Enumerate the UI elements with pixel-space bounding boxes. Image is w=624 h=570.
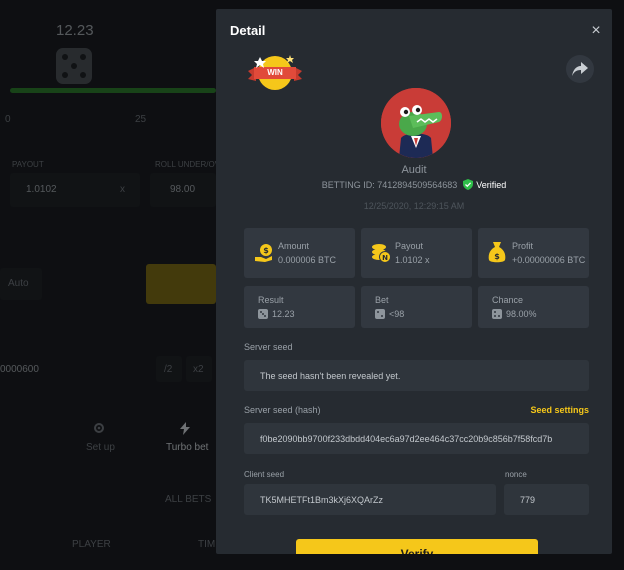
close-icon: × xyxy=(591,22,601,39)
nonce-value: 779 xyxy=(520,494,536,505)
client-seed-value: TK5MHETFt1Bm3kXj6XQArZz xyxy=(260,494,384,505)
stat-card-bet: Bet <98 xyxy=(361,286,472,328)
money-bag-icon: $ xyxy=(488,242,506,263)
stat-card-result: Result 12.23 xyxy=(244,286,355,328)
client-seed-label: Client seed xyxy=(244,470,285,479)
svg-text:$: $ xyxy=(263,246,269,255)
stat-card-amount: $ Amount 0.000006 BTC xyxy=(244,228,355,278)
stat-label-chance: Chance xyxy=(492,295,524,305)
share-arrow-icon xyxy=(572,62,588,76)
verify-button[interactable]: Verify xyxy=(296,539,538,554)
betting-id-row: BETTING ID: 7412894509564683 Verified xyxy=(216,179,612,190)
stat-label-profit: Profit xyxy=(512,241,534,251)
avatar xyxy=(381,88,451,158)
server-seed-label: Server seed xyxy=(244,342,293,352)
stat-card-chance: Chance 98.00% xyxy=(478,286,589,328)
detail-modal: Detail × WIN Audit BETTING ID: 741289450… xyxy=(216,9,612,554)
shield-check-icon xyxy=(463,179,474,190)
svg-text:$: $ xyxy=(494,252,500,261)
modal-title: Detail xyxy=(230,23,266,38)
stat-label-payout: Payout xyxy=(395,241,424,251)
stat-label-bet: Bet xyxy=(375,295,389,305)
share-button[interactable] xyxy=(566,55,594,83)
stat-card-payout: N Payout 1.0102 x xyxy=(361,228,472,278)
crocodile-avatar-icon xyxy=(381,88,451,158)
dice-icon xyxy=(492,309,502,319)
stat-label-amount: Amount xyxy=(278,241,310,251)
coin-stack-icon: N xyxy=(372,244,391,263)
seed-settings-link[interactable]: Seed settings xyxy=(530,405,589,415)
server-seed-value: The seed hasn't been revealed yet. xyxy=(260,370,401,381)
close-button[interactable]: × xyxy=(588,23,604,39)
stat-value-payout: 1.0102 x xyxy=(395,255,430,265)
server-seed-hash-label: Server seed (hash) xyxy=(244,405,321,415)
stat-value-chance: 98.00% xyxy=(506,309,537,319)
stat-value-profit: +0.00000006 BTC xyxy=(512,255,586,265)
nonce-label: nonce xyxy=(505,470,527,479)
server-seed-hash-value: f0be2090bb9700f233dbdd404ec6a97d2ee464c3… xyxy=(260,433,553,444)
win-label: WIN xyxy=(267,68,283,77)
server-seed-hash-field[interactable]: f0be2090bb9700f233dbdd404ec6a97d2ee464c3… xyxy=(244,423,589,454)
dice-icon xyxy=(375,309,385,319)
stat-value-bet: <98 xyxy=(389,309,405,319)
stat-label-result: Result xyxy=(258,295,284,305)
nonce-field[interactable]: 779 xyxy=(504,484,589,515)
verified-badge: Verified xyxy=(463,179,506,190)
stat-card-profit: $ Profit +0.00000006 BTC xyxy=(478,228,589,278)
verified-label: Verified xyxy=(476,179,507,190)
bet-timestamp: 12/25/2020, 12:29:15 AM xyxy=(363,201,465,211)
stat-value-amount: 0.000006 BTC xyxy=(278,255,337,265)
client-seed-field[interactable]: TK5MHETFt1Bm3kXj6XQArZz xyxy=(244,484,496,515)
dice-icon xyxy=(258,309,268,319)
username: Audit xyxy=(401,164,427,176)
server-seed-field: The seed hasn't been revealed yet. xyxy=(244,360,589,391)
betting-id: BETTING ID: 7412894509564683 xyxy=(321,179,458,190)
win-badge: WIN xyxy=(246,49,304,95)
money-hand-icon: $ xyxy=(255,244,272,262)
stat-value-result: 12.23 xyxy=(272,309,295,319)
svg-text:N: N xyxy=(382,254,388,262)
